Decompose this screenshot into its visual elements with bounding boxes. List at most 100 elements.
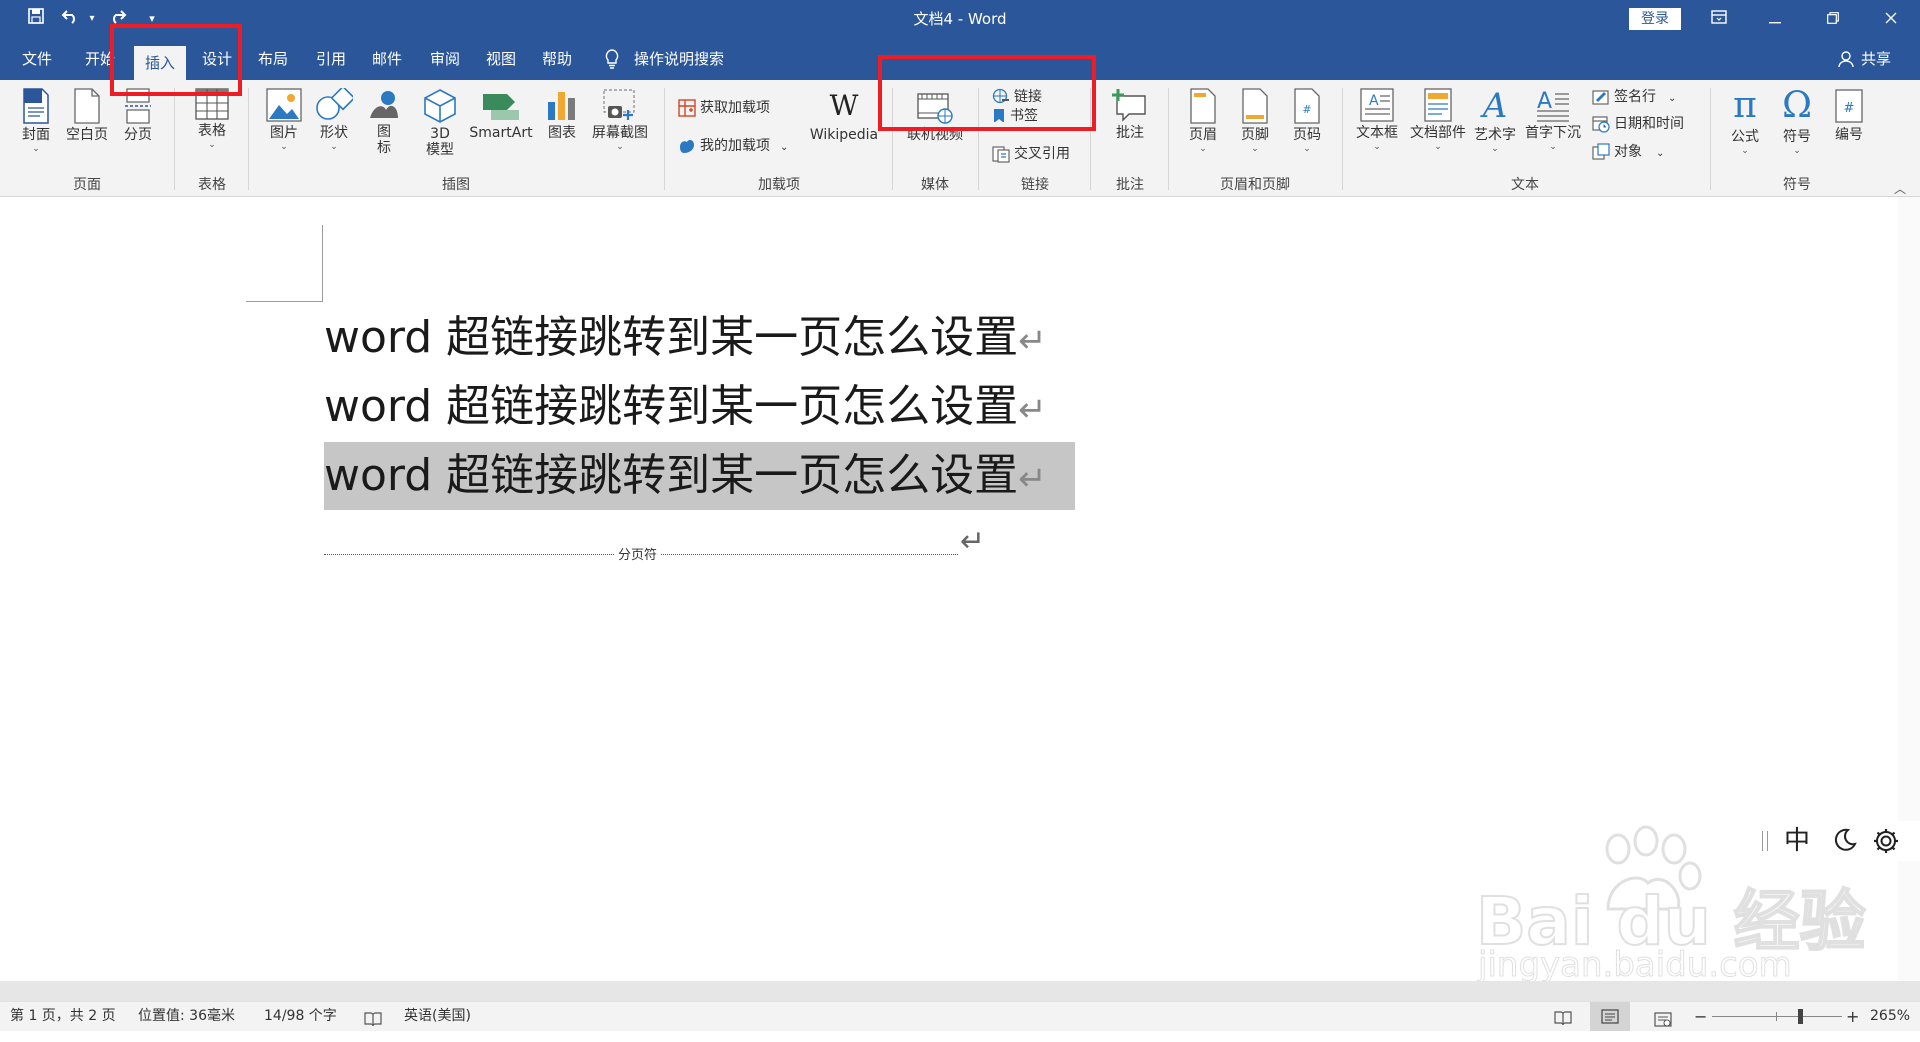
page-count-status[interactable]: 第 1 页，共 2 页 [10,1002,116,1031]
chevron-down-icon: ⌄ [330,142,338,152]
language-status[interactable]: 英语(美国) [404,1002,471,1031]
symbol-button[interactable]: Ω 符号 ⌄ [1774,86,1820,157]
tell-me-search[interactable]: 操作说明搜索 [634,38,734,80]
header-button[interactable]: 页眉 ⌄ [1180,88,1226,154]
restore-icon[interactable] [1810,0,1856,38]
equation-label: 公式 [1731,129,1759,145]
tab-layout[interactable]: 布局 [252,38,294,80]
paragraph-mark-icon: ↵ [1018,459,1047,499]
close-icon[interactable] [1868,0,1914,38]
cross-reference-button[interactable]: 交叉引用 [992,143,1070,165]
group-text-label: 文本 [1511,177,1539,193]
blank-page-button[interactable]: 空白页 [62,88,112,144]
footer-button[interactable]: 页脚 ⌄ [1232,88,1278,154]
title-bar: ▾ ▾ 文档4 - Word 登录 [0,0,1920,38]
wordart-icon: A [1482,86,1508,126]
chevron-down-icon: ⌄ [1668,93,1677,104]
zoom-level[interactable]: 265% [1870,1002,1910,1031]
share-button[interactable]: 共享 [1856,38,1896,80]
chevron-down-icon: ⌄ [1199,144,1207,154]
screenshot-icon [603,89,635,120]
signature-line-label: 签名行 [1614,89,1656,105]
tab-references[interactable]: 引用 [310,38,352,80]
document-area[interactable]: word 超链接跳转到某一页怎么设置↵ word 超链接跳转到某一页怎么设置↵ … [0,197,1920,984]
ribbon-separator [248,88,249,190]
svg-text:#: # [1302,103,1311,116]
web-layout-icon[interactable] [1654,1009,1672,1038]
object-icon [1592,143,1610,160]
equation-button[interactable]: π 公式 ⌄ [1722,86,1768,157]
highlight-box-link [878,55,1096,131]
group-links-label: 链接 [1021,177,1049,193]
gear-icon[interactable] [1872,827,1900,859]
screenshot-button[interactable]: 屏幕截图 ⌄ [588,88,652,152]
zoom-slider-thumb[interactable] [1798,1009,1803,1024]
proofing-icon[interactable] [364,1009,382,1038]
table-button[interactable]: 表格 ⌄ [188,88,236,150]
group-media-label: 媒体 [921,177,949,193]
comment-button[interactable]: 批注 [1102,88,1158,142]
cross-reference-label: 交叉引用 [1014,146,1070,162]
wikipedia-button[interactable]: W Wikipedia [806,88,882,144]
pictures-button[interactable]: 图片 ⌄ [262,88,306,152]
smartart-button[interactable]: SmartArt [466,88,536,142]
ribbon-display-options-icon[interactable] [1696,0,1742,38]
tab-review[interactable]: 审阅 [424,38,466,80]
object-label: 对象 [1614,144,1642,160]
header-icon [1190,88,1216,124]
chevron-down-icon: ⌄ [1251,144,1259,154]
tab-mailings[interactable]: 邮件 [366,38,408,80]
object-button[interactable]: 对象 ⌄ [1592,141,1664,163]
paragraph-mark-icon: ↵ [1018,321,1047,361]
get-addins-button[interactable]: 获取加载项 [678,97,770,119]
my-addins-label: 我的加载项 [700,138,770,154]
numbering-button[interactable]: # 编号 [1826,88,1872,144]
chart-button[interactable]: 图表 [542,88,582,142]
drop-cap-button[interactable]: A 首字下沉 ⌄ [1522,88,1584,152]
my-addins-button[interactable]: 我的加载项 ⌄ [678,135,788,157]
blank-page-label: 空白页 [66,127,108,143]
group-symbols-label: 符号 [1783,177,1811,193]
tab-help[interactable]: 帮助 [536,38,578,80]
chart-label: 图表 [548,125,576,141]
symbol-label: 符号 [1783,129,1811,145]
vertical-scrollbar[interactable] [1898,197,1920,981]
signature-line-button[interactable]: 签名行 ⌄ [1592,86,1676,108]
quick-parts-button[interactable]: 文档部件 ⌄ [1406,88,1470,152]
svg-text:#: # [1844,101,1855,116]
document-paragraph-selected[interactable]: word 超链接跳转到某一页怎么设置↵ [324,442,1047,510]
zoom-in-button[interactable]: + [1846,1002,1859,1031]
page-break-label: 分页符 [614,544,662,563]
numbering-label: 编号 [1835,127,1863,143]
page-break-label: 分页 [124,127,152,143]
cover-page-label: 封面 [22,127,50,143]
ribbon-separator [1342,88,1343,190]
zoom-out-button[interactable]: − [1694,1002,1707,1031]
position-status[interactable]: 位置值: 36毫米 [138,1002,235,1031]
share-user-icon[interactable] [1838,50,1854,72]
icons-button[interactable]: 图 标 [364,88,404,156]
cover-page-button[interactable]: 封面 ⌄ [14,88,58,154]
login-button[interactable]: 登录 [1629,8,1681,30]
read-mode-icon[interactable] [1554,1008,1572,1037]
3d-models-label-line2: 模型 [426,142,454,158]
print-layout-button[interactable] [1590,1002,1630,1031]
date-time-button[interactable]: 日期和时间 [1592,113,1684,135]
get-addins-label: 获取加载项 [700,100,770,116]
svg-text:A: A [1537,89,1552,114]
zoom-slider-track[interactable] [1712,1016,1842,1017]
minimize-icon[interactable] [1752,0,1798,38]
word-count-status[interactable]: 14/98 个字 [264,1002,337,1031]
chevron-down-icon: ⌄ [208,140,216,150]
textbox-button[interactable]: A 文本框 ⌄ [1352,88,1402,152]
3d-models-button[interactable]: 3D 模型 [418,88,462,158]
document-paragraph[interactable]: word 超链接跳转到某一页怎么设置↵ [324,304,1047,372]
wordart-button[interactable]: A 艺术字 ⌄ [1472,88,1518,154]
tab-view[interactable]: 视图 [480,38,522,80]
shapes-button[interactable]: 形状 ⌄ [312,88,356,152]
page-break-button[interactable]: 分页 [116,88,160,144]
document-paragraph[interactable]: word 超链接跳转到某一页怎么设置↵ [324,373,1047,441]
page-number-button[interactable]: # 页码 ⌄ [1284,88,1330,154]
collapse-ribbon-icon[interactable]: ︿ [1894,180,1906,197]
tab-file[interactable]: 文件 [14,38,60,80]
